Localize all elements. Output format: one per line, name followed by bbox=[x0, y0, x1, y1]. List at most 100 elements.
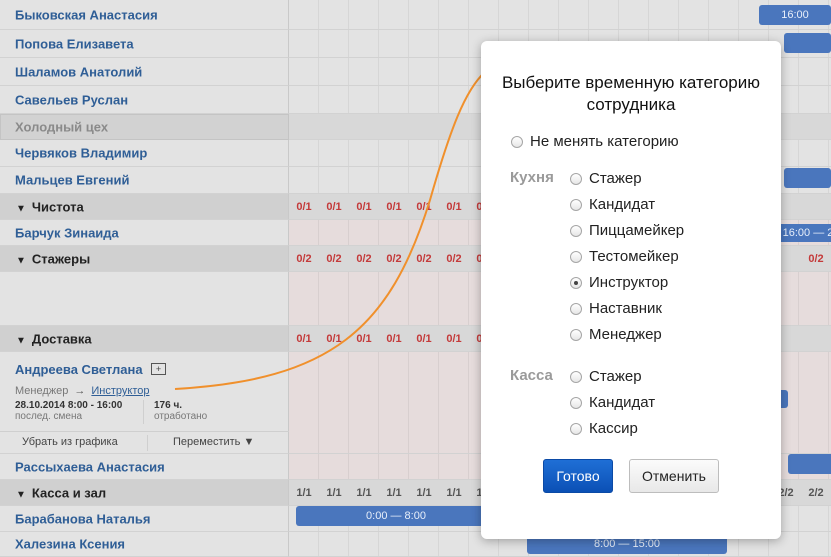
category-title: Чистота bbox=[31, 199, 84, 214]
temp-category-link[interactable]: Инструктор bbox=[91, 385, 149, 397]
radio-icon[interactable] bbox=[570, 302, 582, 315]
category-label: ▼ Касса и зал bbox=[16, 485, 106, 500]
staffing-count: 1/1 bbox=[416, 487, 432, 499]
employee-name[interactable]: Рассыхаева Анастасия bbox=[15, 459, 165, 474]
radio-kitchen-option[interactable]: Тестомейкер bbox=[570, 248, 679, 265]
employee-name[interactable]: Червяков Владимир bbox=[15, 146, 147, 161]
schedule-cells[interactable] bbox=[289, 0, 831, 30]
collapse-triangle-icon[interactable]: ▼ bbox=[16, 255, 26, 266]
employee-name[interactable]: Шаламов Анатолий bbox=[15, 64, 142, 79]
radio-kitchen-option[interactable]: Наставник bbox=[570, 300, 662, 317]
radio-kitchen-option[interactable]: Менеджер bbox=[570, 326, 662, 343]
radio-kitchen-option[interactable]: Кандидат bbox=[570, 196, 655, 213]
name-cell: Рассыхаева Анастасия bbox=[0, 454, 289, 480]
shift-bar[interactable]: 0:00 — 8:00 bbox=[296, 506, 496, 526]
staffing-count: 0/1 bbox=[446, 333, 462, 345]
staffing-count: 0/1 bbox=[356, 333, 372, 345]
last-shift-label: послед. смена bbox=[15, 411, 83, 422]
employee-name[interactable]: Халезина Ксения bbox=[15, 537, 125, 552]
staffing-count: 0/1 bbox=[296, 333, 312, 345]
collapse-triangle-icon[interactable]: ▼ bbox=[16, 489, 26, 500]
name-cell: ▼ Касса и зал bbox=[0, 480, 289, 506]
radio-label: Стажер bbox=[589, 368, 642, 385]
cancel-button[interactable]: Отменить bbox=[629, 459, 719, 493]
radio-selected-icon[interactable] bbox=[570, 276, 582, 289]
name-cell: Андреева Светлана + Менеджер → Инструктор … bbox=[0, 352, 289, 454]
name-cell: Шаламов Анатолий bbox=[0, 58, 289, 86]
radio-icon[interactable] bbox=[570, 250, 582, 263]
staffing-counts: 1/1 1/1 1/1 1/1 1/1 1/1 1/1 bbox=[289, 480, 499, 506]
hours-value: 176 ч. bbox=[154, 400, 183, 411]
staffing-count: 0/2 bbox=[416, 253, 432, 265]
staffing-count: 0/1 bbox=[326, 333, 342, 345]
add-shift-icon[interactable]: + bbox=[151, 363, 166, 375]
name-cell: Быковская Анастасия bbox=[0, 0, 289, 30]
category-label: ▼ Доставка bbox=[16, 331, 92, 346]
radio-label: Кандидат bbox=[589, 394, 656, 411]
employee-name[interactable]: Мальцев Евгений bbox=[15, 173, 129, 188]
staffing-count: 0/1 bbox=[416, 201, 432, 213]
radio-icon[interactable] bbox=[570, 328, 582, 341]
category-title: Доставка bbox=[31, 331, 92, 346]
category-dialog: Выберите временную категорию сотрудника … bbox=[481, 41, 781, 539]
shift-bar[interactable] bbox=[784, 168, 831, 188]
radio-icon[interactable] bbox=[570, 224, 582, 237]
name-cell: Червяков Владимир bbox=[0, 140, 289, 167]
name-cell: Мальцев Евгений bbox=[0, 167, 289, 194]
shift-bar[interactable]: 16:00 bbox=[759, 5, 831, 25]
employee-name[interactable]: Савельев Руслан bbox=[15, 92, 128, 107]
collapse-triangle-icon[interactable]: ▼ bbox=[16, 203, 26, 214]
shift-bar[interactable]: 16:00 — 2 bbox=[778, 224, 831, 242]
shift-bar[interactable] bbox=[784, 33, 831, 53]
radio-cash-option[interactable]: Кандидат bbox=[570, 394, 655, 411]
collapse-triangle-icon[interactable]: ▼ bbox=[16, 335, 26, 346]
staffing-count: 0/1 bbox=[326, 201, 342, 213]
employee-name[interactable]: Барчук Зинаида bbox=[15, 225, 119, 240]
name-cell: Холодный цех bbox=[0, 114, 289, 140]
name-cell: Попова Елизавета bbox=[0, 30, 289, 58]
name-cell: Барабанова Наталья bbox=[0, 506, 289, 532]
done-button[interactable]: Готово bbox=[543, 459, 613, 493]
remove-from-schedule-button[interactable]: Убрать из графика bbox=[22, 436, 118, 448]
radio-icon[interactable] bbox=[570, 198, 582, 211]
radio-kitchen-option[interactable]: Пиццамейкер bbox=[570, 222, 684, 239]
name-cell: Барчук Зинаида bbox=[0, 220, 289, 246]
staffing-count: 2/2 bbox=[808, 487, 824, 499]
radio-icon[interactable] bbox=[570, 396, 582, 409]
divider bbox=[143, 400, 144, 424]
radio-icon[interactable] bbox=[570, 422, 582, 435]
subsection-title: Холодный цех bbox=[15, 119, 109, 135]
employee-name[interactable]: Андреева Светлана bbox=[15, 362, 143, 377]
staffing-count: 0/1 bbox=[386, 201, 402, 213]
staffing-count: 1/1 bbox=[386, 487, 402, 499]
category-change-line: Менеджер → Инструктор bbox=[15, 385, 149, 397]
staffing-count: 0/2 bbox=[386, 253, 402, 265]
employee-name[interactable]: Быковская Анастасия bbox=[15, 7, 158, 22]
radio-kitchen-option[interactable]: Стажер bbox=[570, 170, 642, 187]
name-cell: ▼ Доставка bbox=[0, 326, 289, 352]
radio-cash-option[interactable]: Кассир bbox=[570, 420, 638, 437]
move-dropdown-button[interactable]: Переместить ▼ bbox=[173, 436, 254, 448]
radio-icon[interactable] bbox=[511, 135, 523, 148]
radio-kitchen-option-selected[interactable]: Инструктор bbox=[570, 274, 668, 291]
radio-label: Инструктор bbox=[589, 274, 669, 291]
staffing-counts: 0/2 0/2 0/2 0/2 0/2 0/2 0/2 bbox=[289, 246, 499, 272]
category-label: ▼ Чистота bbox=[16, 199, 84, 214]
category-title: Касса и зал bbox=[31, 485, 107, 500]
radio-icon[interactable] bbox=[570, 370, 582, 383]
radio-cash-option[interactable]: Стажер bbox=[570, 368, 642, 385]
staffing-count: 0/1 bbox=[386, 333, 402, 345]
shift-bar[interactable] bbox=[788, 454, 831, 474]
employee-name[interactable]: Барабанова Наталья bbox=[15, 511, 151, 526]
staffing-count: 1/1 bbox=[296, 487, 312, 499]
staffing-count: 1/1 bbox=[356, 487, 372, 499]
employee-name[interactable]: Попова Елизавета bbox=[15, 36, 134, 51]
radio-icon[interactable] bbox=[570, 172, 582, 185]
staffing-count: 0/2 bbox=[808, 253, 824, 265]
staffing-count: 0/1 bbox=[356, 201, 372, 213]
category-title: Стажеры bbox=[31, 251, 91, 266]
staffing-count: 0/1 bbox=[416, 333, 432, 345]
name-cell: ▼ Чистота bbox=[0, 194, 289, 220]
radio-no-change[interactable]: Не менять категорию bbox=[511, 133, 679, 150]
employee-row[interactable]: Быковская Анастасия bbox=[0, 0, 831, 30]
